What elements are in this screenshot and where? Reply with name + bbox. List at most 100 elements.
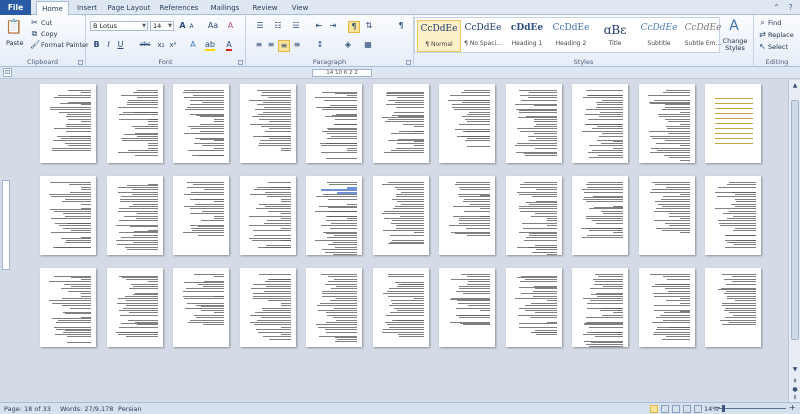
horizontal-ruler[interactable]: 14 10 6 2 2 — [312, 69, 372, 77]
rtl-direction-icon[interactable]: ¶ — [348, 21, 360, 33]
multilevel-list-icon[interactable]: ☱ — [290, 21, 302, 31]
page-thumbnail[interactable] — [439, 84, 495, 163]
print-layout-icon[interactable] — [650, 405, 658, 413]
word-count[interactable]: Words: 27/9,178 — [60, 405, 113, 413]
zoom-in-icon[interactable]: + — [789, 403, 796, 412]
page-thumbnail[interactable] — [173, 84, 229, 163]
scroll-up-icon[interactable]: ▲ — [790, 81, 800, 90]
page-thumbnail[interactable] — [505, 176, 562, 255]
style-normal[interactable]: CcDdEe ¶ Normal — [417, 20, 461, 52]
next-page-icon[interactable]: ⇟ — [790, 393, 800, 402]
page-thumbnail[interactable] — [106, 84, 163, 163]
scroll-down-icon[interactable]: ▼ — [790, 365, 800, 374]
italic-button[interactable]: I — [104, 40, 113, 50]
full-screen-reading-icon[interactable] — [661, 405, 669, 413]
page-thumbnail[interactable] — [439, 268, 495, 347]
tab-references[interactable]: References — [156, 1, 202, 15]
select-button[interactable]: Select — [768, 43, 788, 51]
tab-review[interactable]: Review — [248, 1, 282, 15]
tab-mailings[interactable]: Mailings — [206, 1, 244, 15]
tab-page-layout[interactable]: Page Layout — [106, 1, 152, 15]
replace-button[interactable]: Replace — [768, 31, 794, 39]
document-area[interactable] — [12, 80, 784, 402]
style-subtle-emphasis[interactable]: CcDdEe Subtle Em... — [681, 20, 725, 52]
page-thumbnail[interactable] — [306, 176, 362, 255]
help-icon[interactable]: ? — [786, 3, 795, 12]
page-thumbnail[interactable] — [106, 268, 163, 347]
borders-icon[interactable]: ▦ — [362, 40, 374, 50]
zoom-slider-thumb[interactable] — [722, 405, 725, 412]
page-thumbnail[interactable] — [40, 84, 96, 163]
copy-button[interactable]: Copy — [41, 30, 58, 38]
page-thumbnail[interactable] — [572, 84, 628, 163]
clear-formatting-icon[interactable]: A — [226, 21, 235, 31]
page-thumbnail[interactable] — [372, 176, 429, 255]
paragraph-launcher-icon[interactable] — [406, 60, 411, 65]
page-thumbnail[interactable] — [638, 268, 695, 347]
page-thumbnail[interactable] — [372, 268, 429, 347]
page-thumbnail[interactable] — [638, 176, 695, 255]
draft-icon[interactable] — [694, 405, 702, 413]
language-indicator[interactable]: Persian — [118, 405, 142, 413]
page-thumbnail[interactable] — [306, 268, 362, 347]
font-color-icon[interactable]: A — [224, 40, 234, 51]
vertical-scrollbar[interactable]: ▲ ▼ ⇞ ● ⇟ — [788, 80, 800, 402]
bullets-icon[interactable]: ☰ — [254, 21, 266, 31]
underline-button[interactable]: U — [116, 40, 125, 50]
change-styles-icon[interactable]: A — [722, 18, 746, 34]
show-marks-button[interactable]: ¶ — [396, 21, 406, 31]
page-thumbnail[interactable] — [40, 268, 96, 347]
align-center-icon[interactable]: ≡ — [266, 40, 276, 50]
line-spacing-icon[interactable]: ↕ — [314, 40, 326, 50]
shading-icon[interactable]: ◈ — [342, 40, 354, 50]
page-thumbnail[interactable] — [505, 84, 562, 163]
format-painter-button[interactable]: Format Painter — [41, 41, 89, 49]
page-thumbnail[interactable] — [705, 176, 761, 255]
grow-font-icon[interactable]: A — [178, 21, 187, 31]
increase-indent-icon[interactable]: ⇥ — [328, 21, 338, 31]
outline-icon[interactable] — [683, 405, 691, 413]
subscript-button[interactable]: x₂ — [156, 40, 166, 50]
sort-icon[interactable]: ⇅ — [364, 21, 374, 31]
page-count[interactable]: Page: 18 of 33 — [4, 405, 51, 413]
page-thumbnail[interactable] — [239, 176, 296, 255]
justify-icon[interactable]: ≡ — [292, 40, 302, 50]
style-heading-1[interactable]: cDdEe Heading 1 — [505, 20, 549, 52]
highlight-icon[interactable]: ab — [204, 40, 216, 51]
page-thumbnail[interactable] — [505, 268, 562, 347]
align-left-icon[interactable]: ≡ — [254, 40, 264, 50]
font-name-combo[interactable]: B Lotus ▼ — [90, 21, 148, 31]
page-thumbnail[interactable] — [40, 176, 96, 255]
scroll-thumb[interactable] — [791, 100, 799, 340]
page-thumbnail[interactable] — [239, 268, 296, 347]
style-heading-2[interactable]: CcDdEe Heading 2 — [549, 20, 593, 52]
vertical-ruler[interactable] — [2, 180, 10, 270]
page-thumbnail[interactable] — [306, 84, 362, 163]
ruler-toggle-icon[interactable]: ⊡ — [3, 68, 12, 77]
page-thumbnail[interactable] — [372, 84, 429, 163]
minimize-ribbon-icon[interactable]: ⌃ — [772, 3, 781, 12]
shrink-font-icon[interactable]: A — [187, 22, 196, 32]
text-effects-icon[interactable]: A — [188, 40, 198, 50]
clipboard-launcher-icon[interactable] — [78, 60, 83, 65]
page-thumbnail[interactable] — [439, 176, 495, 255]
tab-file[interactable]: File — [0, 0, 31, 15]
tab-insert[interactable]: Insert — [72, 1, 102, 15]
superscript-button[interactable]: x² — [168, 40, 178, 50]
decrease-indent-icon[interactable]: ⇤ — [314, 21, 324, 31]
find-button[interactable]: Find — [768, 19, 781, 27]
page-thumbnail[interactable] — [705, 268, 761, 347]
align-right-icon[interactable]: ≡ — [278, 40, 290, 52]
bold-button[interactable]: B — [92, 40, 101, 50]
strikethrough-button[interactable]: abc — [138, 40, 152, 50]
font-launcher-icon[interactable] — [238, 60, 243, 65]
style-title[interactable]: ɑBɛ Title — [593, 20, 637, 52]
change-case-icon[interactable]: Aa — [206, 21, 220, 31]
page-thumbnail[interactable] — [705, 84, 761, 163]
cut-button[interactable]: Cut — [41, 19, 52, 27]
page-thumbnail[interactable] — [572, 268, 628, 347]
style-no-spacing[interactable]: CcDdEe ¶ No Spaci... — [461, 20, 505, 52]
paste-icon[interactable]: 📋 — [5, 18, 23, 36]
page-thumbnail[interactable] — [638, 84, 695, 163]
page-thumbnail[interactable] — [173, 268, 229, 347]
